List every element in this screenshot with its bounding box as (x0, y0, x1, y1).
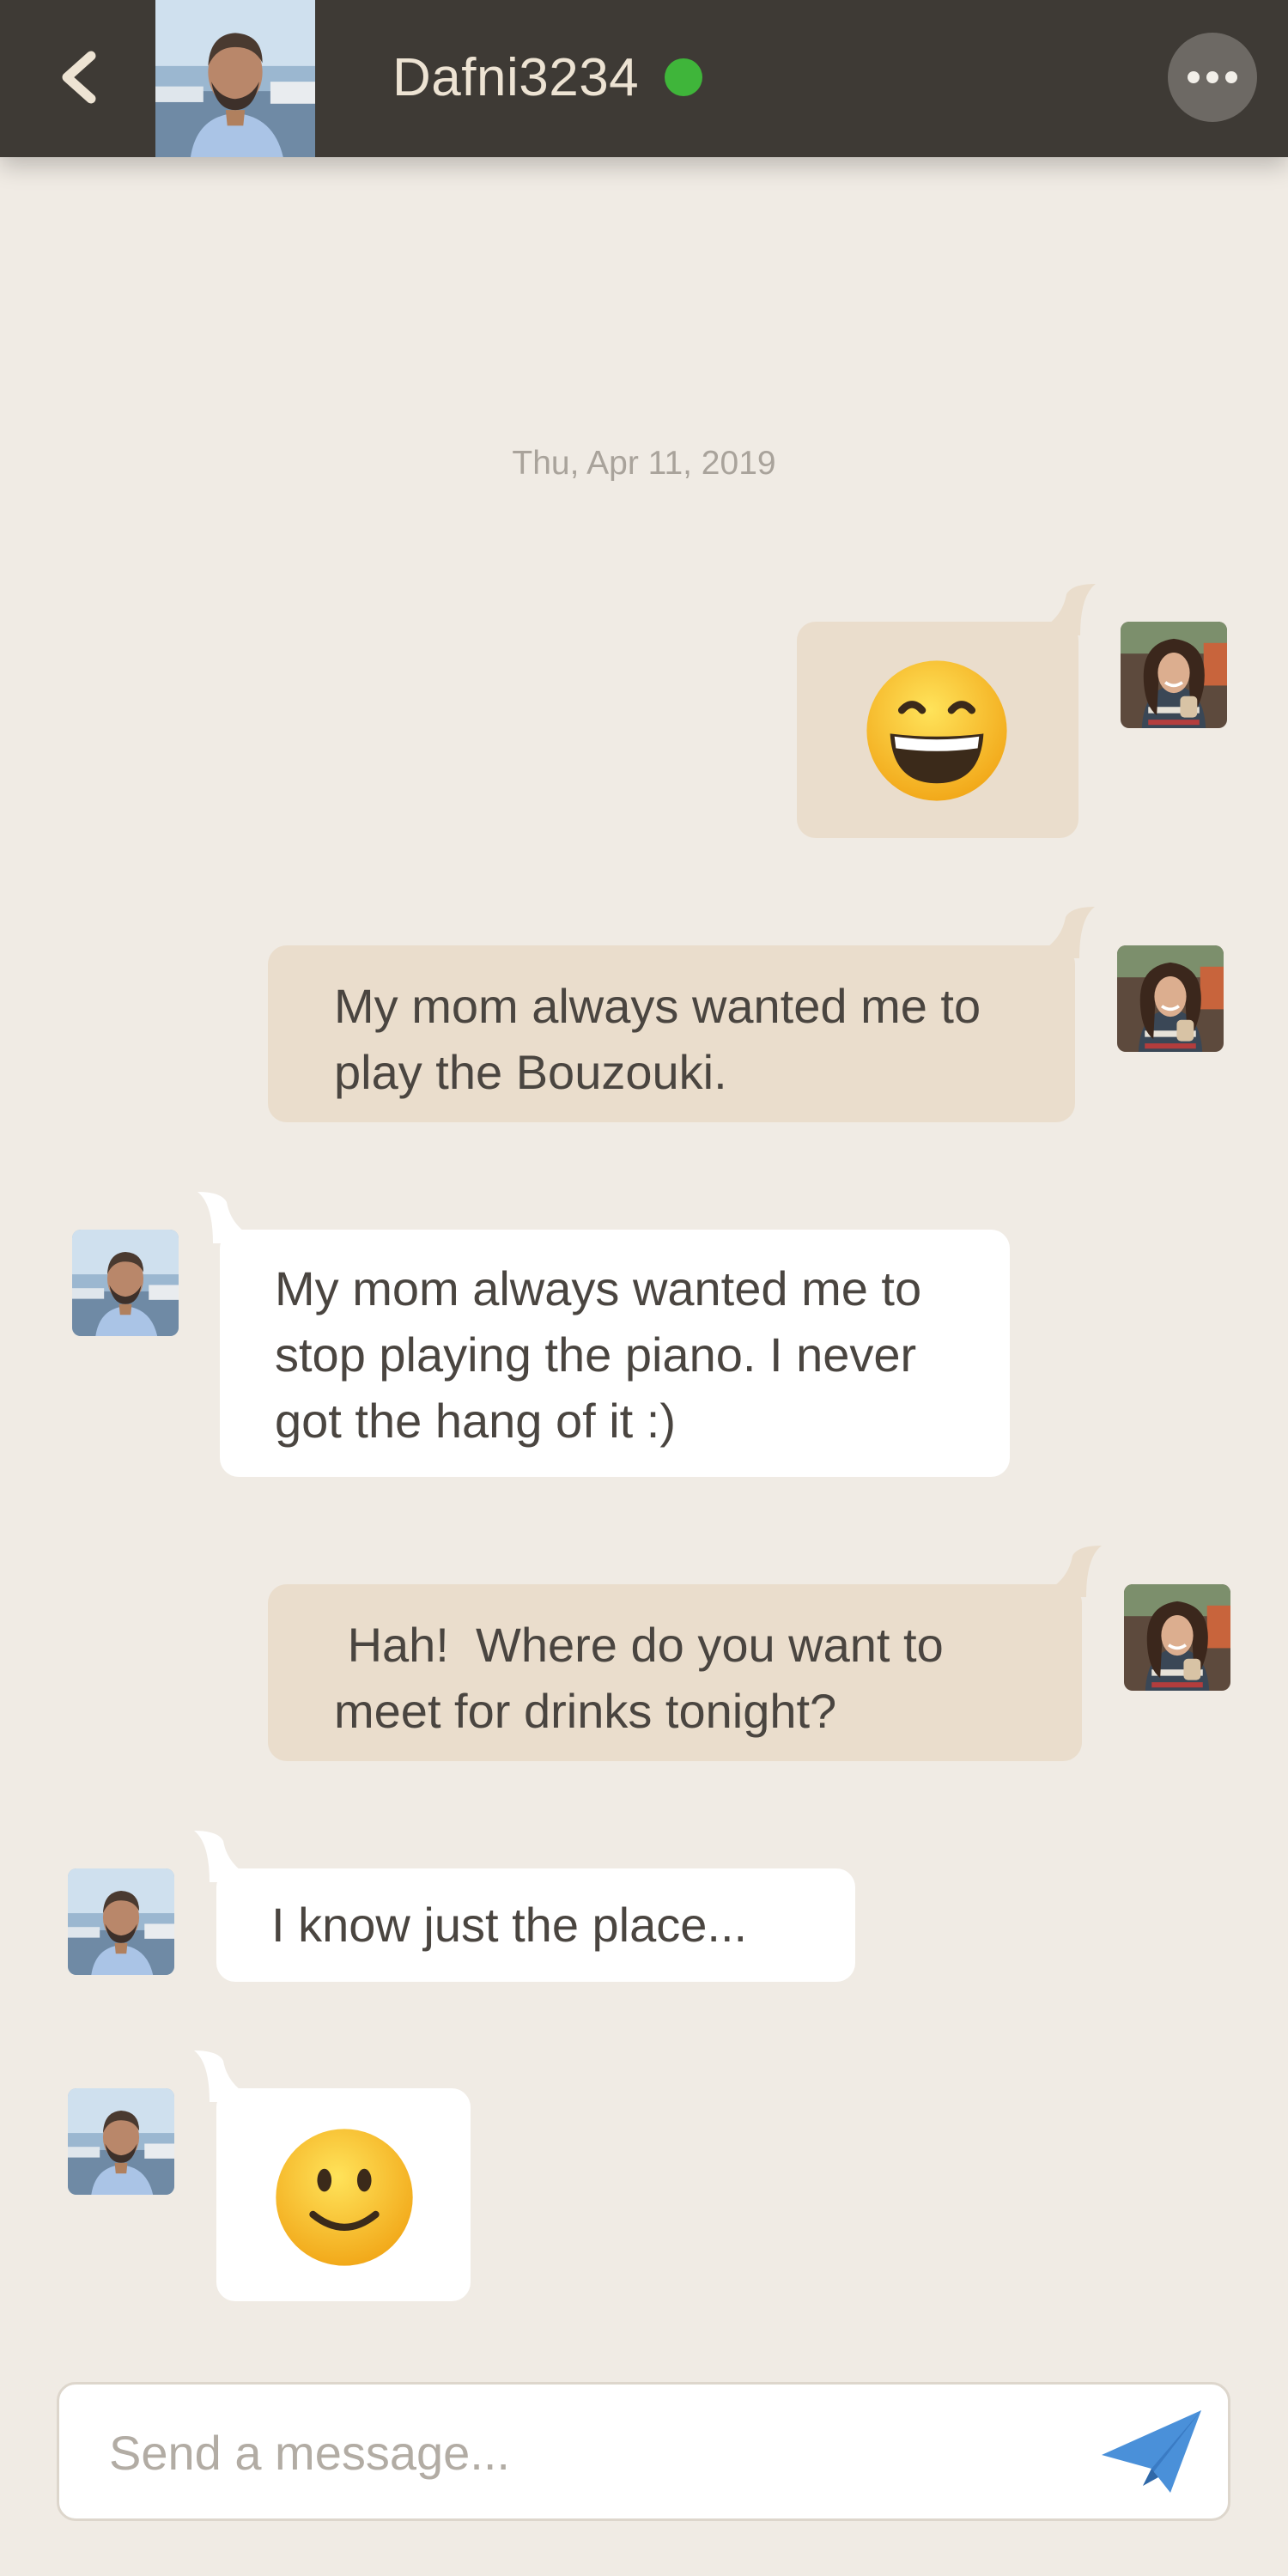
chat-header: Dafni3234 (0, 0, 1288, 157)
message-text: I know just the place... (271, 1898, 748, 1952)
contact-message-avatar[interactable] (68, 1868, 174, 1975)
my-avatar[interactable] (1117, 945, 1224, 1052)
my-avatar[interactable] (1121, 622, 1227, 728)
my-avatar[interactable] (1124, 1584, 1230, 1691)
more-horizontal-icon (1184, 71, 1241, 83)
message-text: My mom always wanted me to stop playing … (275, 1261, 922, 1448)
message-composer (57, 2382, 1230, 2521)
bubble-tail (1026, 907, 1095, 958)
online-status-icon (665, 58, 703, 96)
more-options-button[interactable] (1168, 33, 1257, 122)
message-text: My mom always wanted me to play the Bouz… (334, 979, 981, 1099)
message-bubble-outgoing[interactable]: Hah! Where do you want to meet for drink… (268, 1584, 1082, 1761)
message-bubble-incoming[interactable]: My mom always wanted me to stop playing … (220, 1230, 1010, 1477)
contact-name[interactable]: Dafni3234 (392, 47, 639, 108)
send-button[interactable] (1098, 2402, 1205, 2501)
message-text: Hah! Where do you want to meet for drink… (334, 1618, 957, 1738)
contact-name-row: Dafni3234 (392, 41, 703, 113)
message-input[interactable] (107, 2385, 1055, 2520)
bubble-tail (1033, 1546, 1102, 1597)
slightly-smiling-face-icon (276, 2129, 413, 2266)
contact-avatar[interactable] (155, 0, 315, 157)
message-bubble-outgoing[interactable]: My mom always wanted me to play the Bouz… (268, 945, 1075, 1122)
conversation-date: Thu, Apr 11, 2019 (512, 445, 776, 482)
contact-message-avatar[interactable] (68, 2088, 174, 2195)
message-bubble-incoming[interactable] (216, 2088, 471, 2301)
message-bubble-incoming[interactable]: I know just the place... (216, 1868, 855, 1982)
paper-plane-icon (1102, 2410, 1201, 2493)
message-bubble-outgoing[interactable] (797, 622, 1078, 838)
back-button[interactable] (45, 43, 113, 112)
grinning-face-icon (866, 660, 1007, 801)
contact-message-avatar[interactable] (72, 1230, 179, 1336)
bubble-tail (1027, 584, 1096, 635)
chevron-left-icon (62, 51, 96, 104)
